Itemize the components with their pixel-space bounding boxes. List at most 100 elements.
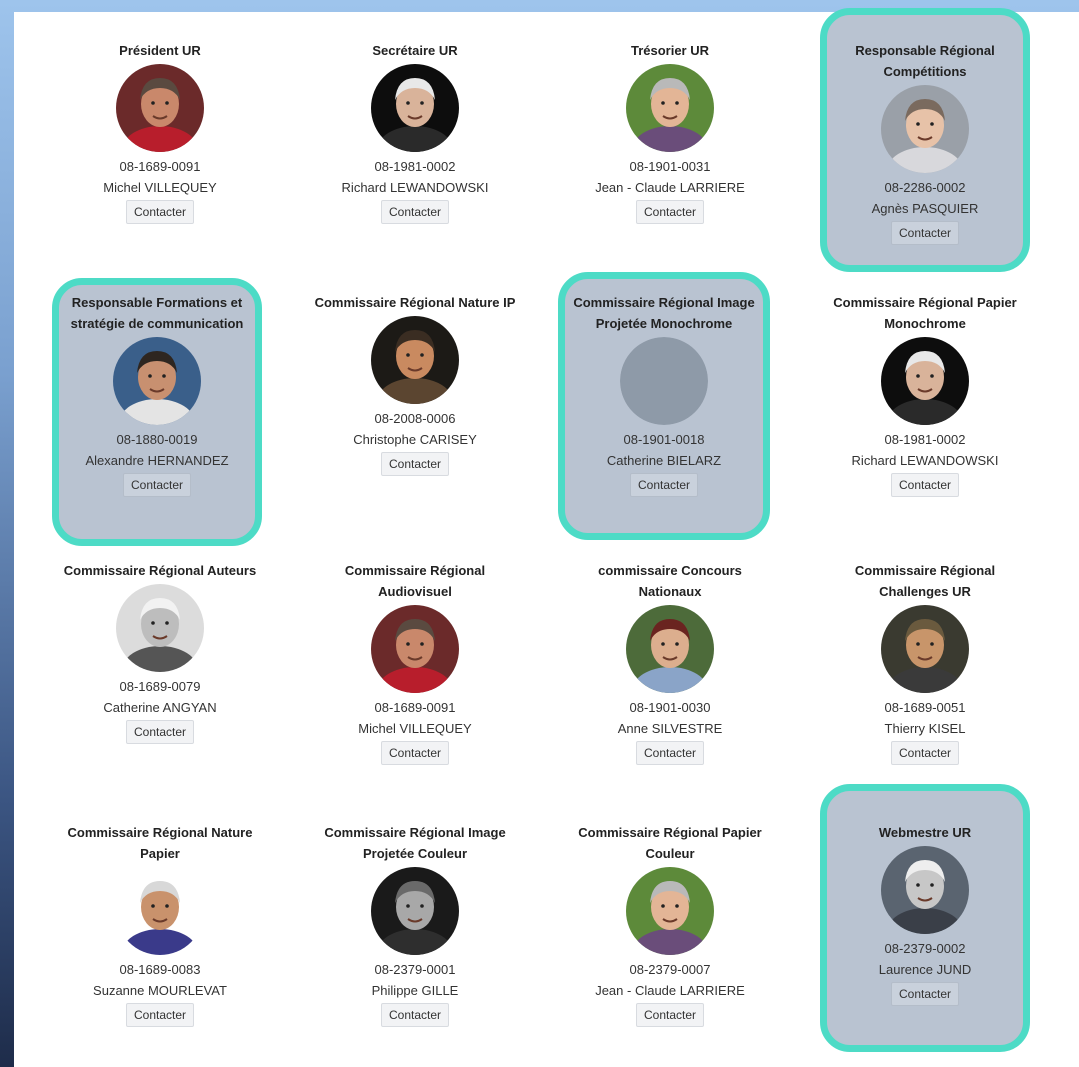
avatar-image	[881, 337, 969, 425]
member-license-number: 08-1689-0091	[119, 159, 201, 174]
staff-directory: Président UR 08-1689-0091 Michel VILLEQUEY…	[14, 8, 1079, 1067]
contact-button[interactable]: Contacter	[380, 452, 450, 476]
avatar	[116, 867, 204, 955]
member-license-number: 08-1689-0091	[374, 700, 456, 715]
contact-button-wrap: Contacter	[820, 471, 1030, 497]
contact-button[interactable]: Contacter	[635, 741, 705, 765]
member-name: Thierry KISEL	[884, 721, 966, 736]
avatar-image	[371, 64, 459, 152]
avatar-image	[881, 605, 969, 693]
member-card: Commissaire Régional Nature IP 08-2008-00…	[310, 292, 520, 476]
contact-button-wrap: Contacter	[310, 450, 520, 476]
member-name: Jean - Claude LARRIERE	[595, 983, 745, 998]
contact-button[interactable]: Contacter	[125, 720, 195, 744]
member-license-number: 08-2286-0002	[884, 180, 966, 195]
avatar	[626, 605, 714, 693]
avatar-image	[371, 867, 459, 955]
contact-button[interactable]: Contacter	[629, 473, 699, 497]
contact-button[interactable]: Contacter	[890, 473, 960, 497]
member-role: Commissaire Régional Image Projetée Coul…	[324, 825, 506, 861]
contact-button[interactable]: Contacter	[890, 982, 960, 1006]
member-role: Commissaire Régional Challenges UR	[854, 563, 996, 599]
member-role: Commissaire Régional Image Projetée Mono…	[573, 295, 755, 331]
avatar-image	[113, 337, 201, 425]
avatar	[371, 64, 459, 152]
member-role: Responsable Régional Compétitions	[855, 43, 995, 79]
member-license-number: 08-2379-0007	[629, 962, 711, 977]
avatar-placeholder	[620, 337, 708, 425]
contact-button[interactable]: Contacter	[122, 473, 192, 497]
avatar-image	[626, 64, 714, 152]
member-role: Président UR	[119, 43, 201, 58]
member-role: commissaire Concours Nationaux	[598, 563, 742, 599]
member-role: Commissaire Régional Audiovisuel	[344, 563, 486, 599]
member-name: Richard LEWANDOWSKI	[341, 180, 489, 195]
member-license-number: 08-1901-0031	[629, 159, 711, 174]
avatar	[881, 337, 969, 425]
contact-button[interactable]: Contacter	[890, 221, 960, 245]
avatar	[881, 605, 969, 693]
avatar	[116, 584, 204, 672]
avatar-image	[371, 605, 459, 693]
member-license-number: 08-1981-0002	[374, 159, 456, 174]
member-license-number: 08-1689-0079	[119, 679, 201, 694]
contact-button[interactable]: Contacter	[380, 1003, 450, 1027]
contact-button-wrap: Contacter	[310, 1001, 520, 1027]
member-card: Responsable Régional Compétitions 08-2286…	[820, 8, 1030, 272]
member-role: Commissaire Régional Auteurs	[63, 563, 257, 578]
member-card: Commissaire Régional Image Projetée Mono…	[558, 272, 770, 540]
member-card: Commissaire Régional Papier Monochrome 08…	[820, 292, 1030, 497]
avatar	[881, 85, 969, 173]
member-card: Webmestre UR 08-2379-0002 Laurence JUND Con…	[820, 784, 1030, 1052]
contact-button-wrap: Contacter	[565, 471, 763, 497]
member-role: Commissaire Régional Nature Papier	[67, 825, 253, 861]
member-role: Commissaire Régional Nature IP	[314, 295, 516, 310]
member-card: Président UR 08-1689-0091 Michel VILLEQUEY…	[55, 40, 265, 224]
contact-button-wrap: Contacter	[55, 718, 265, 744]
avatar	[626, 867, 714, 955]
contact-button[interactable]: Contacter	[890, 741, 960, 765]
member-card: Secrétaire UR 08-1981-0002 Richard LEWANDO…	[310, 40, 520, 224]
avatar-image	[116, 584, 204, 672]
member-card: commissaire Concours Nationaux 08-1901-00…	[565, 560, 775, 765]
member-name: Philippe GILLE	[371, 983, 459, 998]
avatar	[626, 64, 714, 152]
avatar	[113, 337, 201, 425]
contact-button-wrap: Contacter	[820, 739, 1030, 765]
avatar-image	[626, 605, 714, 693]
avatar	[371, 316, 459, 404]
member-license-number: 08-1901-0018	[623, 432, 705, 447]
member-name: Michel VILLEQUEY	[358, 721, 472, 736]
member-role: Commissaire Régional Papier Couleur	[578, 825, 762, 861]
contact-button[interactable]: Contacter	[125, 1003, 195, 1027]
contact-button-wrap: Contacter	[310, 739, 520, 765]
contact-button-wrap: Contacter	[827, 980, 1023, 1006]
member-role: Trésorier UR	[630, 43, 710, 58]
member-license-number: 08-2379-0002	[884, 941, 966, 956]
avatar	[371, 605, 459, 693]
member-name: Alexandre HERNANDEZ	[85, 453, 229, 468]
member-card: Commissaire Régional Audiovisuel 08-1689-…	[310, 560, 520, 765]
contact-button[interactable]: Contacter	[380, 200, 450, 224]
contact-button[interactable]: Contacter	[635, 1003, 705, 1027]
avatar	[371, 867, 459, 955]
avatar-image	[371, 316, 459, 404]
avatar-image	[881, 846, 969, 934]
contact-button-wrap: Contacter	[565, 198, 775, 224]
contact-button-wrap: Contacter	[55, 198, 265, 224]
contact-button[interactable]: Contacter	[380, 741, 450, 765]
contact-button-wrap: Contacter	[565, 739, 775, 765]
member-name: Jean - Claude LARRIERE	[595, 180, 745, 195]
contact-button[interactable]: Contacter	[635, 200, 705, 224]
member-role: Commissaire Régional Papier Monochrome	[833, 295, 1017, 331]
contact-button-wrap: Contacter	[827, 219, 1023, 245]
member-name: Laurence JUND	[878, 962, 972, 977]
member-license-number: 08-1689-0083	[119, 962, 201, 977]
avatar	[881, 846, 969, 934]
contact-button[interactable]: Contacter	[125, 200, 195, 224]
member-license-number: 08-1901-0030	[629, 700, 711, 715]
member-card: Commissaire Régional Auteurs 08-1689-0079…	[55, 560, 265, 744]
member-name: Christophe CARISEY	[353, 432, 477, 447]
member-card: Commissaire Régional Nature Papier 08-168…	[55, 822, 265, 1027]
member-name: Catherine ANGYAN	[103, 700, 217, 715]
